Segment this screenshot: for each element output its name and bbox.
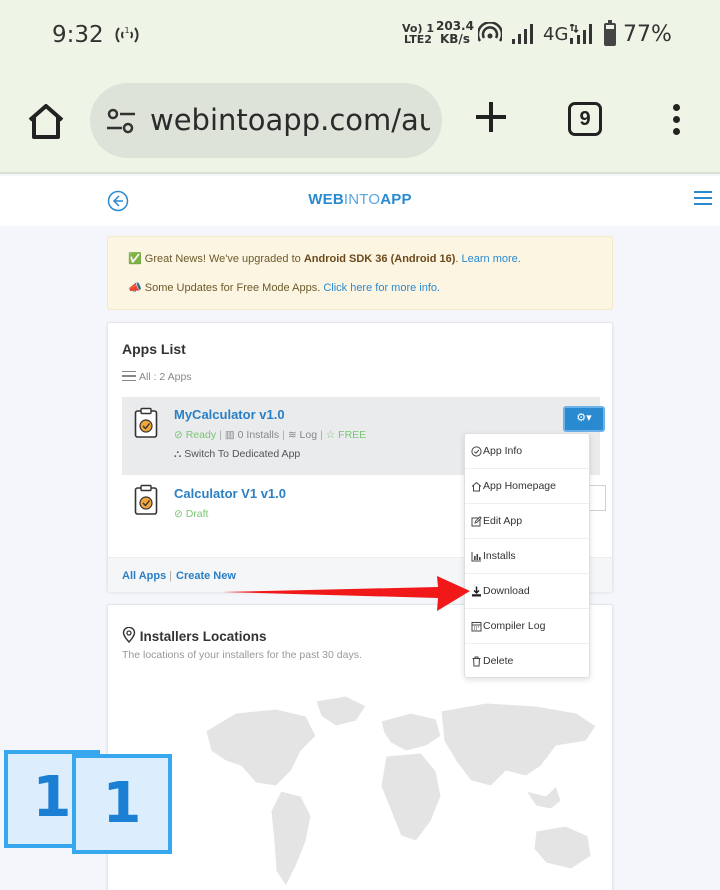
wifi-calling-icon xyxy=(476,21,504,46)
menu-item-delete[interactable]: Delete xyxy=(465,644,589,679)
tabs-icon[interactable]: 9 xyxy=(568,102,602,136)
menu-label: Download xyxy=(483,585,530,597)
menu-label: Delete xyxy=(483,655,514,667)
status-time: 9:32 xyxy=(52,22,104,48)
log-link[interactable]: ≋ Log xyxy=(288,429,317,441)
create-new-link[interactable]: Create New xyxy=(176,570,236,582)
battery-icon xyxy=(604,20,616,46)
menu-label: Edit App xyxy=(483,515,523,527)
site-header: WEBINTOAPP xyxy=(0,176,720,226)
bar-chart-icon xyxy=(471,552,481,562)
menu-item-app-homepage[interactable]: App Homepage xyxy=(465,469,589,504)
megaphone-icon: 📣 xyxy=(128,282,142,294)
card-title: Apps List xyxy=(122,341,186,357)
menu-label: App Info xyxy=(483,445,523,457)
network-type: 4G xyxy=(543,24,569,45)
check-circle-icon xyxy=(471,446,482,457)
learn-more-link[interactable]: Learn more. xyxy=(462,253,521,265)
browser-toolbar: webintoapp.com/aut 9 xyxy=(0,70,720,174)
home-icon[interactable] xyxy=(24,100,68,144)
status-text: Draft xyxy=(185,508,209,520)
address-bar[interactable]: webintoapp.com/aut xyxy=(90,83,442,158)
menu-item-app-info[interactable]: App Info xyxy=(465,434,589,469)
app-meta: ⊘ Ready | ▥ 0 Installs | ≋ Log | ☆ FREE xyxy=(174,429,367,441)
check-mark-icon: ✅ xyxy=(128,253,142,265)
clipboard-app-icon xyxy=(134,407,158,439)
locations-title: Installers Locations xyxy=(122,626,267,644)
download-icon xyxy=(472,586,481,597)
network-speed: 203.4 KB/s xyxy=(436,20,474,46)
svg-text:1: 1 xyxy=(124,26,129,35)
menu-item-download[interactable]: Download xyxy=(465,574,589,609)
logo-part-into: INTO xyxy=(343,191,381,208)
menu-item-compiler-log[interactable]: Compiler Log xyxy=(465,609,589,644)
hotspot-icon: 1 xyxy=(114,24,140,51)
menu-item-edit-app[interactable]: Edit App xyxy=(465,504,589,539)
more-info-link[interactable]: Click here for more info. xyxy=(323,282,440,294)
edit-icon xyxy=(471,516,482,527)
clipboard-app-icon xyxy=(134,484,158,516)
signal-data-icon xyxy=(569,22,596,49)
logo-part-app: APP xyxy=(380,191,412,208)
ready-status: ⊘ Ready xyxy=(174,429,217,441)
status-bar: 9:32 1 Vo) 1 LTE2 203.4 KB/s 4G 77% xyxy=(0,0,720,70)
home-icon xyxy=(471,481,482,492)
locations-title-text: Installers Locations xyxy=(139,629,267,644)
world-map[interactable] xyxy=(196,691,606,890)
battery-fill xyxy=(606,29,614,44)
apps-count-label: All : 2 Apps xyxy=(139,371,192,383)
volte-line2: LTE2 xyxy=(404,33,432,46)
list-icon xyxy=(122,371,136,381)
app-name[interactable]: MyCalculator v1.0 xyxy=(174,407,285,422)
alert-line-sdk: ✅ Great News! We've upgraded to Android … xyxy=(128,252,521,265)
all-apps-link[interactable]: All Apps xyxy=(122,570,166,582)
volte-indicator: Vo) 1 LTE2 xyxy=(402,23,434,45)
battery-percent: 77% xyxy=(623,22,672,47)
more-vert-icon[interactable] xyxy=(670,104,682,138)
calendar-icon xyxy=(471,622,482,632)
plus-icon[interactable] xyxy=(474,100,508,134)
logo-part-web: WEB xyxy=(308,191,344,208)
hamburger-menu-icon[interactable] xyxy=(694,191,712,205)
app-name[interactable]: Calculator V1 v1.0 xyxy=(174,486,286,501)
alert-bold-text: Android SDK 36 (Android 16) xyxy=(303,253,456,265)
trash-icon xyxy=(472,656,481,667)
app-actions-dropdown: App Info App Homepage Edit App Installs … xyxy=(464,433,590,678)
count-box: 1 xyxy=(72,754,172,854)
app-actions-button[interactable] xyxy=(588,485,606,511)
map-pin-icon xyxy=(122,626,136,644)
menu-item-installs[interactable]: Installs xyxy=(465,539,589,574)
alert-line-free-mode: 📣 Some Updates for Free Mode Apps. Click… xyxy=(128,281,440,294)
installs-link[interactable]: ▥ 0 Installs xyxy=(225,429,279,441)
url-text[interactable]: webintoapp.com/aut xyxy=(150,103,430,137)
announcement-alert: ✅ Great News! We've upgraded to Android … xyxy=(107,236,613,310)
speed-unit: KB/s xyxy=(439,32,470,46)
alert-text: Some Updates for Free Mode Apps. xyxy=(144,282,324,294)
footer-separator: | xyxy=(169,570,172,582)
apps-count: All : 2 Apps xyxy=(122,371,192,383)
alert-text: Great News! We've upgraded to xyxy=(144,253,304,265)
switch-label: Switch To Dedicated App xyxy=(184,448,301,460)
menu-label: Compiler Log xyxy=(483,620,546,632)
switch-dedicated-link[interactable]: ⛬ Switch To Dedicated App xyxy=(174,448,300,461)
menu-label: App Homepage xyxy=(483,480,556,492)
tune-icon[interactable] xyxy=(106,107,136,135)
status-text: Ready xyxy=(185,429,217,441)
installs-text: 0 Installs xyxy=(237,429,280,441)
signal-icon xyxy=(512,24,536,49)
app-actions-gear-button[interactable]: ⚙▾ xyxy=(563,406,605,432)
site-logo[interactable]: WEBINTOAPP xyxy=(0,191,720,208)
plan-badge: ☆ FREE xyxy=(325,429,367,441)
app-meta: ⊘ Draft xyxy=(174,508,208,520)
locations-subtitle: The locations of your installers for the… xyxy=(122,649,362,661)
menu-label: Installs xyxy=(483,550,516,562)
log-text: Log xyxy=(299,429,318,441)
plan-text: FREE xyxy=(338,429,367,441)
draft-status: ⊘ Draft xyxy=(174,508,209,520)
